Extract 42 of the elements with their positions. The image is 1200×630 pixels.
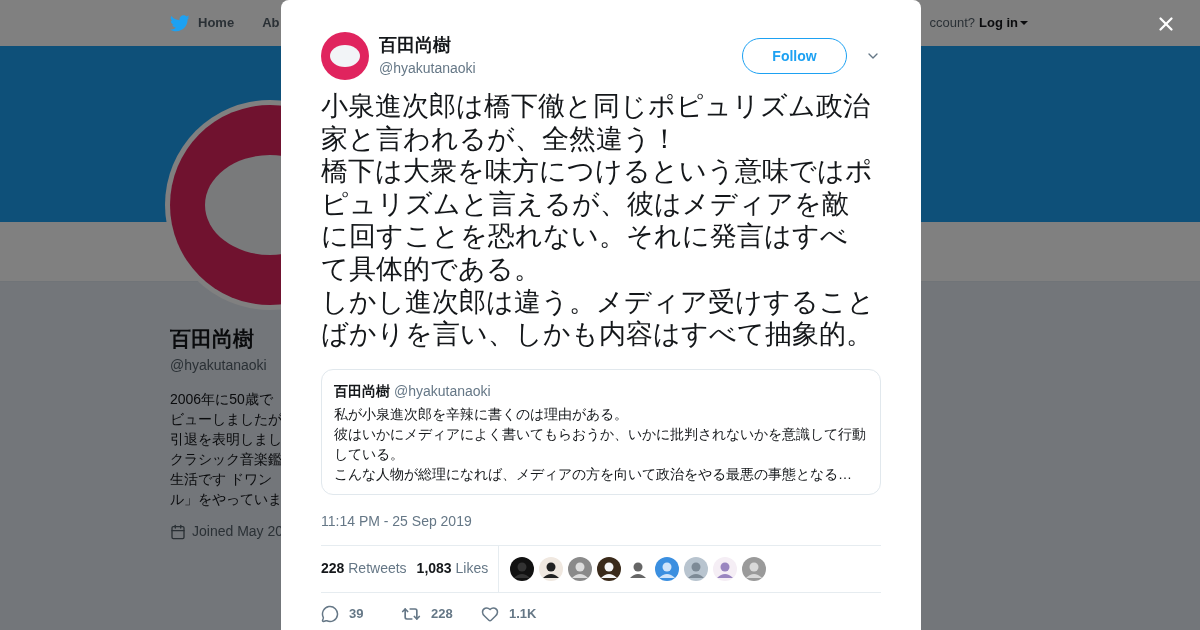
- quoted-author-name: 百田尚樹: [334, 381, 390, 401]
- profile-name: 百田尚樹: [170, 326, 254, 352]
- quoted-text-line: 彼はいかにメディアによく書いてもらおうか、いかに批判されないかを意識して行動: [334, 424, 866, 444]
- tweet-timestamp: 11:14 PM - 25 Sep 2019: [321, 512, 472, 529]
- bio-line: ル」をやっていま: [170, 490, 282, 509]
- tweet-text-line: て具体的である。: [321, 252, 541, 286]
- bird-icon: [170, 14, 190, 32]
- caret-icon: [1020, 21, 1028, 25]
- quoted-text-line: こんな人物が総理になれば、メディアの方を向いて政治をやる最悪の事態となる…: [334, 464, 852, 484]
- heart-icon: [481, 604, 499, 623]
- quoted-text-line: 私が小泉進次郎を辛辣に書くのは理由がある。: [334, 404, 628, 424]
- reply-icon: [321, 604, 339, 623]
- action-button[interactable]: 228: [401, 603, 481, 624]
- quoted-text-line: している。: [334, 444, 404, 464]
- action-button[interactable]: 1.1K: [481, 604, 561, 624]
- user-avatar[interactable]: [597, 556, 622, 581]
- calendar-icon: [170, 523, 186, 540]
- bio-line: 2006年に50歳で: [170, 390, 273, 409]
- tweet-text-line: 家と言われるが、全然違う！: [321, 122, 678, 156]
- tweet-text-line: しかし進次郎は違う。メディア受けすること: [321, 285, 875, 319]
- login-prompt: ccount?: [929, 14, 975, 33]
- home-link[interactable]: Home: [170, 13, 235, 33]
- tweet-text-line: ばかりを言い、しかも内容はすべて抽象的。: [321, 318, 873, 351]
- login-link[interactable]: Log in: [979, 13, 1028, 33]
- stat-link[interactable]: 1,083 Likes: [416, 558, 489, 580]
- bio-line: 生活です ドワン: [170, 470, 272, 489]
- tweet-text-line: に回すことを恐れない。それに発言はすべ: [321, 220, 848, 253]
- tweet-text-line: ピュリズムと言えるが、彼はメディアを敵: [321, 187, 849, 221]
- profile-handle: @hyakutanaoki: [170, 356, 267, 375]
- nav-link[interactable]: Ab: [262, 13, 280, 33]
- author-name: 百田尚樹: [379, 33, 452, 56]
- quoted-author-handle: @hyakutanaoki: [394, 381, 491, 401]
- user-avatar[interactable]: [539, 556, 564, 581]
- tweet-text-line: 小泉進次郎は橋下徹と同じポピュリズム政治: [321, 90, 870, 123]
- action-button[interactable]: 39: [321, 604, 401, 624]
- tweet-text-line: 橋下は大衆を味方につけるという意味ではポ: [321, 155, 873, 188]
- bio-line: クラシック音楽鑑: [170, 450, 282, 469]
- stat-link[interactable]: 228 Retweets: [321, 558, 407, 580]
- user-avatar: [321, 32, 369, 80]
- author-handle: @hyakutanaoki: [379, 58, 476, 78]
- bio-line: 引退を表明しまし: [170, 430, 282, 449]
- user-avatar[interactable]: [510, 556, 535, 581]
